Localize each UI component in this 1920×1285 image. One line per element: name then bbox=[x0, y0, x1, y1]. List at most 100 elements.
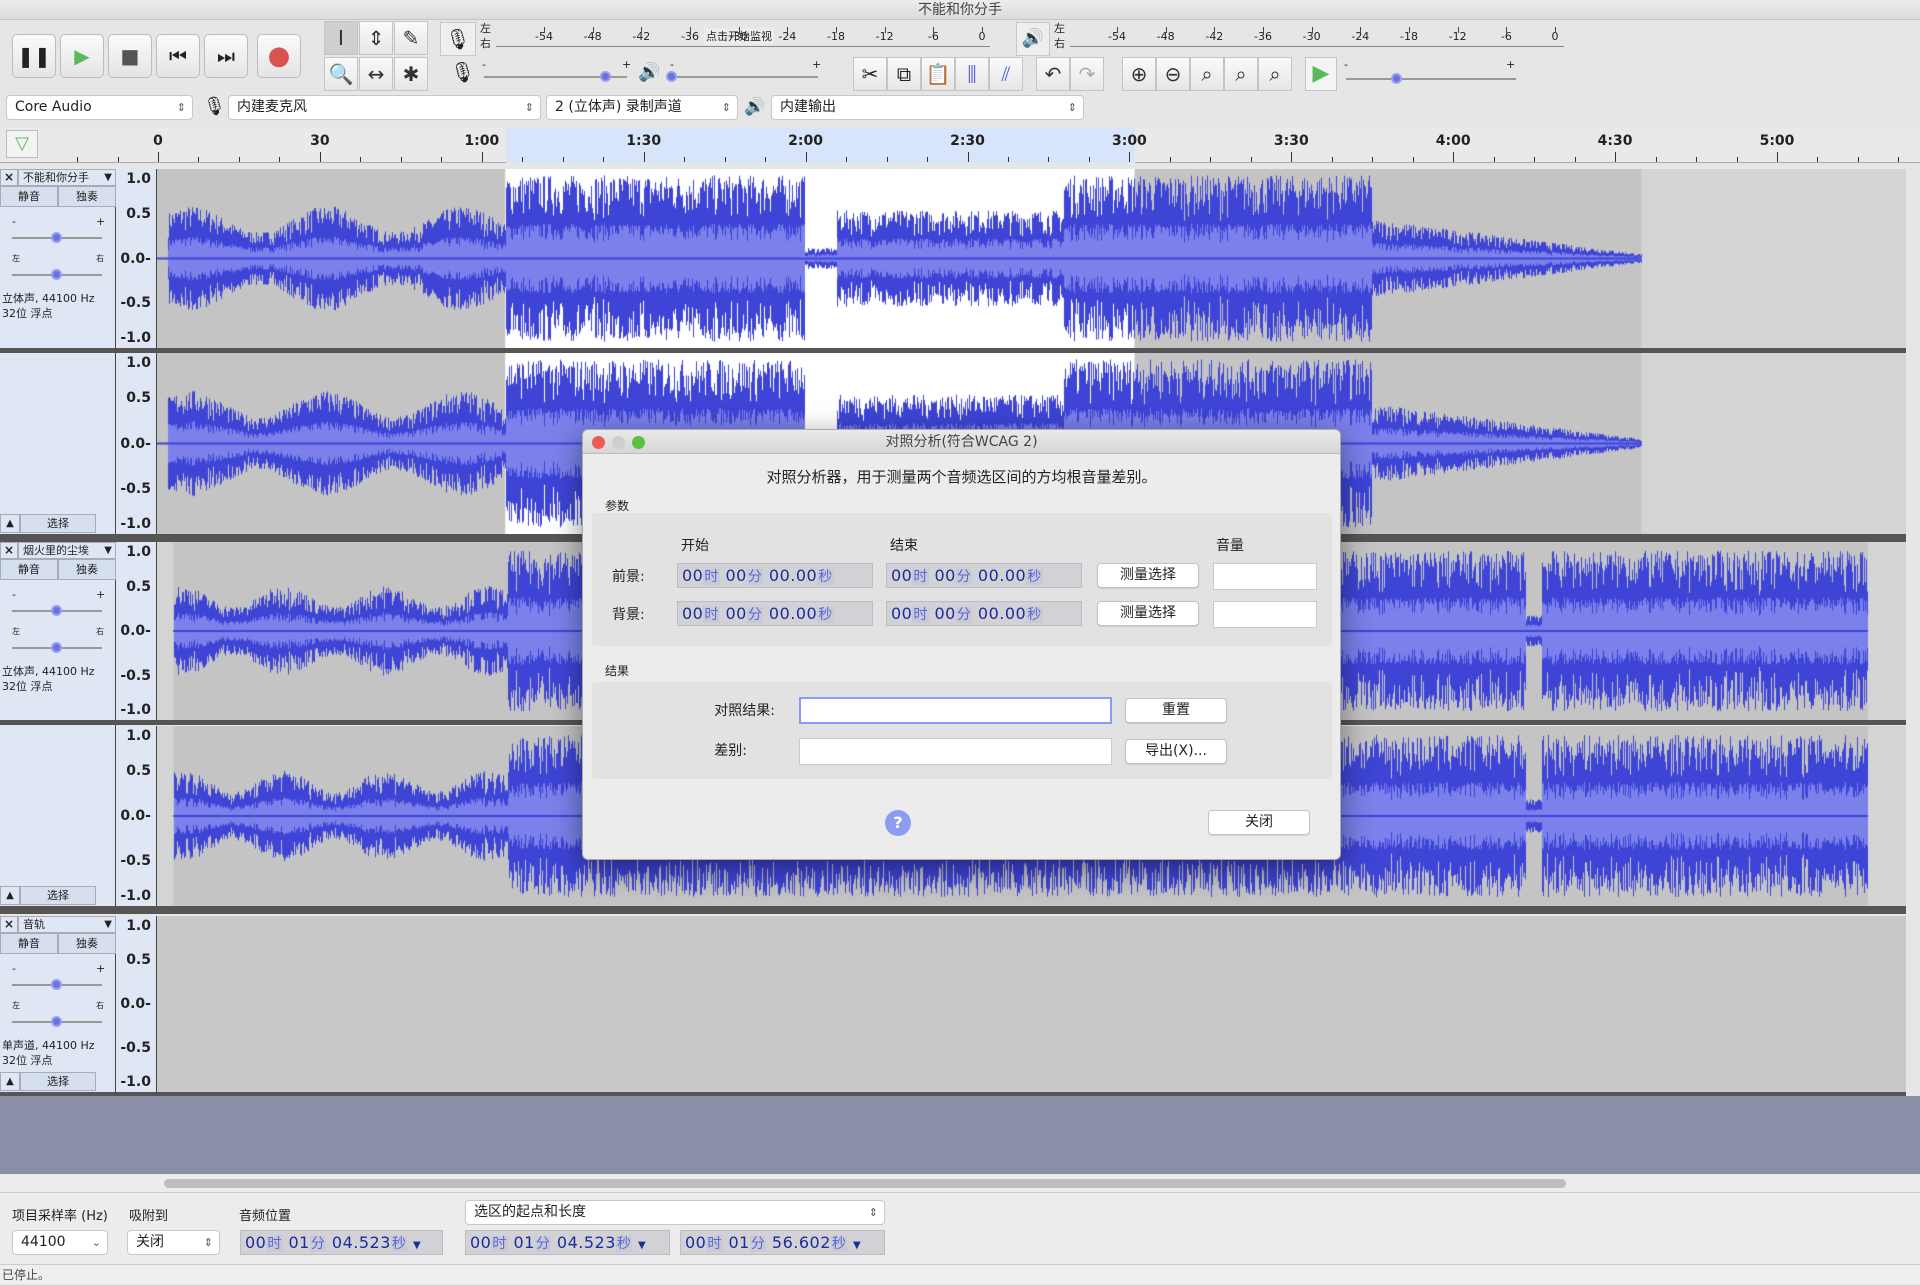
dropdown-icon[interactable]: ▼ bbox=[853, 1240, 861, 1251]
zoom-toggle-button[interactable]: ⌕ bbox=[1258, 57, 1292, 91]
host-select[interactable]: Core Audio ⇕ bbox=[6, 95, 193, 120]
background-end-field[interactable]: 00时 00分 00.00秒 bbox=[886, 601, 1082, 626]
pan-slider[interactable] bbox=[12, 642, 102, 653]
timeline-options-icon[interactable]: ▽ bbox=[6, 130, 38, 158]
horizontal-scrollbar-track[interactable] bbox=[0, 1174, 1920, 1192]
help-button[interactable]: ? bbox=[885, 810, 911, 836]
slider-thumb[interactable] bbox=[599, 71, 611, 82]
contrast-result-field[interactable] bbox=[799, 697, 1112, 724]
selection-length-field[interactable]: 00时 01分 56.602秒 ▼ bbox=[680, 1230, 885, 1255]
mute-button[interactable]: 静音 bbox=[0, 933, 58, 954]
undo-button[interactable]: ↶ bbox=[1036, 57, 1070, 91]
tool-4-button[interactable]: ↔ bbox=[359, 57, 393, 91]
mute-button[interactable]: 静音 bbox=[0, 559, 58, 580]
record-meter-mic-icon[interactable]: 🎙 bbox=[440, 22, 476, 56]
close-track-icon[interactable]: × bbox=[0, 916, 18, 933]
slider-thumb[interactable] bbox=[51, 642, 62, 653]
channels-select[interactable]: 2 (立体声) 录制声道 ⇕ bbox=[546, 95, 738, 120]
zoom-window-icon[interactable] bbox=[632, 436, 645, 449]
reset-button[interactable]: 重置 bbox=[1125, 698, 1227, 723]
fit-project-button[interactable]: ⌕ bbox=[1224, 57, 1258, 91]
measure-selection-button[interactable]: 测量选择 bbox=[1097, 563, 1199, 588]
play-meter-speaker-icon[interactable]: 🔊 bbox=[1016, 22, 1050, 56]
close-button[interactable]: 关闭 bbox=[1208, 810, 1310, 835]
foreground-volume-field[interactable] bbox=[1213, 563, 1317, 590]
tool-5-button[interactable]: ✱ bbox=[394, 57, 428, 91]
project-rate-combo[interactable]: 44100 ⌄ bbox=[12, 1230, 108, 1255]
gain-slider[interactable] bbox=[12, 605, 102, 616]
select-track-button[interactable]: 选择 bbox=[20, 1072, 96, 1091]
play-button[interactable]: ▶ bbox=[60, 34, 104, 78]
tool-0-button[interactable]: I bbox=[324, 21, 358, 55]
close-track-icon[interactable]: × bbox=[0, 542, 18, 559]
slider-thumb[interactable] bbox=[1391, 73, 1402, 84]
snap-select[interactable]: 关闭 ⇕ bbox=[127, 1230, 220, 1255]
slider-thumb[interactable] bbox=[666, 71, 677, 82]
mute-button[interactable]: 静音 bbox=[0, 186, 58, 207]
track-name-menu[interactable]: 音轨 ▼ bbox=[18, 916, 116, 933]
tool-2-button[interactable]: ✎ bbox=[394, 21, 428, 55]
track-name-menu[interactable]: 不能和你分手 ▼ bbox=[18, 169, 116, 186]
waveform-channel-1[interactable] bbox=[157, 916, 1906, 1092]
background-volume-field[interactable] bbox=[1213, 601, 1317, 628]
playback-volume-slider[interactable] bbox=[666, 71, 818, 82]
tool-3-button[interactable]: 🔍 bbox=[324, 57, 358, 91]
waveform-channel-1[interactable] bbox=[157, 169, 1906, 348]
close-window-icon[interactable] bbox=[592, 436, 605, 449]
slider-thumb[interactable] bbox=[51, 269, 62, 280]
collapse-icon[interactable]: ▲ bbox=[0, 1072, 20, 1091]
select-track-button[interactable]: 选择 bbox=[20, 886, 96, 905]
collapse-icon[interactable]: ▲ bbox=[0, 514, 20, 533]
fit-selection-button[interactable]: ⌕ bbox=[1190, 57, 1224, 91]
solo-button[interactable]: 独奏 bbox=[58, 559, 116, 580]
slider-thumb[interactable] bbox=[51, 979, 62, 990]
collapse-icon[interactable]: ▲ bbox=[0, 886, 20, 905]
selection-start-field[interactable]: 00时 01分 04.523秒 ▼ bbox=[465, 1230, 670, 1255]
edit-silence-button[interactable]: ⫽ bbox=[989, 57, 1023, 91]
horizontal-scrollbar-thumb[interactable] bbox=[164, 1179, 1566, 1188]
output-device-select[interactable]: 内建输出 ⇕ bbox=[771, 95, 1084, 120]
zoom-in-button[interactable]: ⊕ bbox=[1122, 57, 1156, 91]
slider-thumb[interactable] bbox=[51, 232, 62, 243]
play-at-speed-button[interactable]: ▶ bbox=[1305, 57, 1337, 91]
solo-button[interactable]: 独奏 bbox=[58, 186, 116, 207]
select-track-button[interactable]: 选择 bbox=[20, 514, 96, 533]
track-name-menu[interactable]: 烟火里的尘埃 ▼ bbox=[18, 542, 116, 559]
foreground-start-field[interactable]: 00时 00分 00.00秒 bbox=[677, 563, 873, 588]
close-track-icon[interactable]: × bbox=[0, 169, 18, 186]
record-button[interactable]: ● bbox=[257, 34, 301, 78]
input-device-select[interactable]: 内建麦克风 ⇕ bbox=[228, 95, 541, 120]
record-meter[interactable] bbox=[496, 46, 990, 47]
edit-cut-button[interactable]: ✂ bbox=[853, 57, 887, 91]
export-button[interactable]: 导出(X)... bbox=[1125, 739, 1227, 764]
difference-field[interactable] bbox=[799, 738, 1112, 765]
gain-slider[interactable] bbox=[12, 232, 102, 243]
tool-1-button[interactable]: ⇕ bbox=[359, 21, 393, 55]
skip-end-button[interactable]: ⏭ bbox=[204, 34, 248, 78]
dropdown-icon[interactable]: ▼ bbox=[413, 1240, 421, 1251]
play-speed-slider[interactable] bbox=[1346, 73, 1516, 84]
solo-button[interactable]: 独奏 bbox=[58, 933, 116, 954]
playback-meter[interactable] bbox=[1070, 46, 1564, 47]
pause-button[interactable]: ❚❚ bbox=[12, 34, 56, 78]
redo-button[interactable]: ↷ bbox=[1070, 57, 1104, 91]
foreground-end-field[interactable]: 00时 00分 00.00秒 bbox=[886, 563, 1082, 588]
slider-thumb[interactable] bbox=[51, 1016, 62, 1027]
empty-track-area[interactable] bbox=[0, 1096, 1920, 1174]
dropdown-icon[interactable]: ▼ bbox=[638, 1240, 646, 1251]
pan-slider[interactable] bbox=[12, 1016, 102, 1027]
edit-trim-button[interactable]: ⫼ bbox=[955, 57, 989, 91]
audio-position-field[interactable]: 00时 01分 04.523秒 ▼ bbox=[240, 1230, 443, 1255]
edit-paste-button[interactable]: 📋 bbox=[921, 57, 955, 91]
selection-mode-select[interactable]: 选区的起点和长度 ⇕ bbox=[465, 1200, 885, 1225]
measure-selection-button[interactable]: 测量选择 bbox=[1097, 601, 1199, 626]
timeline-ruler[interactable]: ▽ 0 30 1:00 1:30 2:00 2:30 3:00 3:30 4:00 4:30 5:0… bbox=[0, 127, 1920, 163]
track-control-panel[interactable]: × 音轨 ▼ 静音 独奏 - + 左 右 单声道, 44100 Hz 32位 浮点… bbox=[0, 916, 116, 1092]
background-start-field[interactable]: 00时 00分 00.00秒 bbox=[677, 601, 873, 626]
edit-copy-button[interactable]: ⧉ bbox=[887, 57, 921, 91]
gain-slider[interactable] bbox=[12, 979, 102, 990]
zoom-out-button[interactable]: ⊖ bbox=[1156, 57, 1190, 91]
pan-slider[interactable] bbox=[12, 269, 102, 280]
skip-start-button[interactable]: ⏮ bbox=[156, 34, 200, 78]
stop-button[interactable]: ■ bbox=[108, 34, 152, 78]
